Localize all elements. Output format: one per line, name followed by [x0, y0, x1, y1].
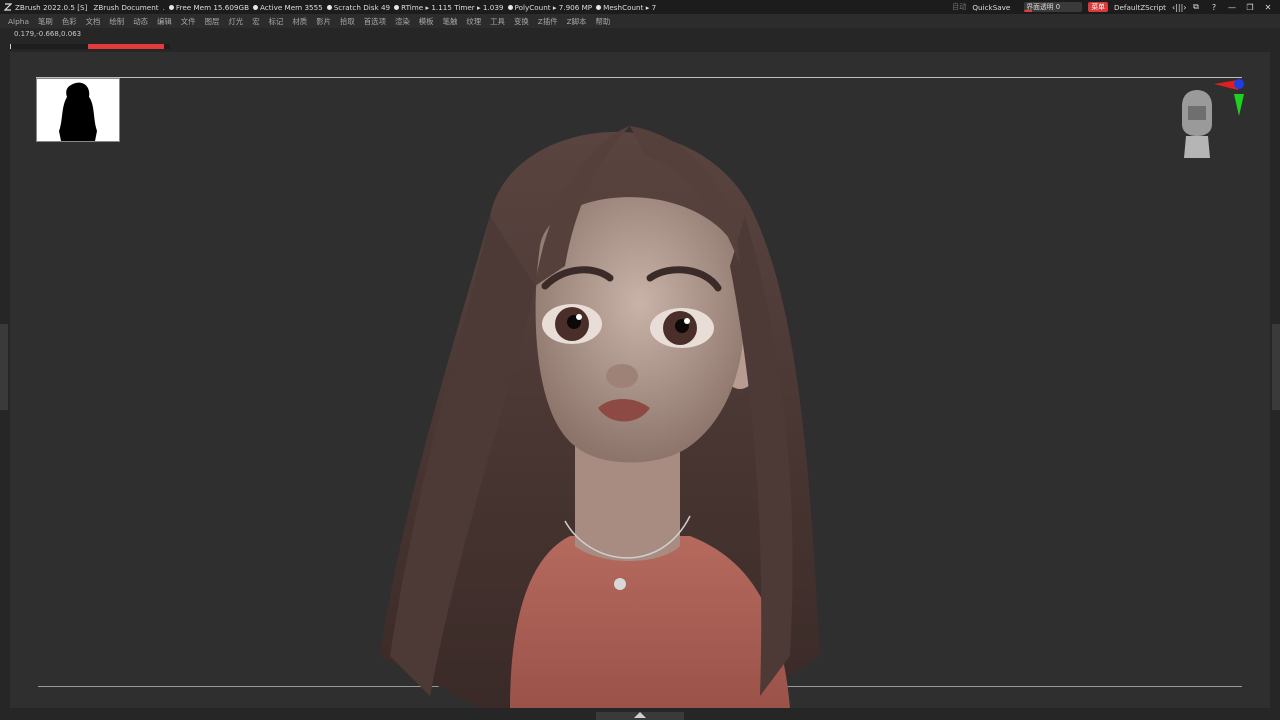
cursor-coordinates: 0.179,-0.668,0.063 [14, 30, 82, 38]
menu-light[interactable]: 灯光 [228, 16, 243, 27]
menu-help[interactable]: 帮助 [595, 16, 610, 27]
transparency-fill [1024, 10, 1033, 12]
auto-label[interactable]: 自动 [952, 2, 966, 12]
document-title: ZBrush Document [93, 2, 159, 12]
bottom-tray-toggle[interactable] [596, 712, 684, 720]
free-mem-dot [168, 4, 174, 10]
stat-rtime: RTime ▸ 1.115 Timer ▸ 1.039 [401, 2, 504, 12]
menu-macro[interactable]: 宏 [252, 16, 259, 27]
stat-polycount: PolyCount ▸ 7.906 MP [514, 2, 593, 12]
menu-preferences[interactable]: 首选项 [364, 16, 386, 27]
canvas-top-guide [36, 77, 1242, 78]
collapse-tray-icon [634, 712, 646, 718]
menu-bar: Alpha 笔刷 色彩 文档 绘制 动态 编辑 文件 图层 灯光 宏 标记 材质… [0, 14, 1280, 28]
menu-color[interactable]: 色彩 [62, 16, 77, 27]
progress-fill [88, 44, 164, 49]
silhouette-thumbnail[interactable] [36, 78, 120, 142]
menu-draw[interactable]: 绘制 [109, 16, 124, 27]
necklace-pendant [614, 578, 626, 590]
menu-document[interactable]: 文档 [86, 16, 101, 27]
app-title: ZBrush 2022.0.5 [S] [15, 2, 88, 12]
menu-movie[interactable]: 影片 [316, 16, 331, 27]
title-bar: ZBrush 2022.0.5 [S] ZBrush Document . Fr… [0, 0, 1280, 14]
stat-meshcount: MeshCount ▸ 7 [603, 2, 657, 12]
active-mem-dot [253, 4, 259, 10]
menu-tool[interactable]: 工具 [490, 16, 505, 27]
quicksave-button[interactable]: QuickSave [972, 3, 1010, 12]
meshcount-dot [596, 4, 602, 10]
right-tray-handle[interactable] [1272, 324, 1280, 410]
scratch-disk-dot [326, 4, 332, 10]
minimize-icon[interactable]: — [1226, 3, 1238, 12]
menu-stencil[interactable]: 模板 [419, 16, 434, 27]
stat-scratch-disk: Scratch Disk 49 [333, 2, 391, 12]
help-icon[interactable]: ? [1208, 3, 1220, 12]
close-icon[interactable]: ✕ [1262, 3, 1274, 12]
stat-free-mem: Free Mem 15.609GB [175, 2, 250, 12]
menu-brush[interactable]: 笔刷 [38, 16, 53, 27]
rtime-dot [394, 4, 400, 10]
menu-zplugin[interactable]: Z插件 [538, 16, 558, 27]
progress-tick [10, 44, 11, 49]
scroll-arrows-icon[interactable]: ‹|||› [1172, 3, 1186, 12]
menu-render[interactable]: 渲染 [395, 16, 410, 27]
menu-material[interactable]: 材质 [292, 16, 307, 27]
menu-marker[interactable]: 标记 [269, 16, 284, 27]
transparency-slider[interactable]: 界面透明 0 [1024, 2, 1083, 12]
menu-layer[interactable]: 图层 [205, 16, 220, 27]
default-zscript-button[interactable]: DefaultZScript [1114, 3, 1166, 12]
menu-dynamics[interactable]: 动态 [133, 16, 148, 27]
orientation-gizmo-icon[interactable] [1176, 76, 1246, 166]
polycount-dot [507, 4, 513, 10]
menu-stroke[interactable]: 笔触 [443, 16, 458, 27]
nose [606, 364, 638, 388]
progress-bar [10, 44, 170, 49]
title-bar-controls: 自动 QuickSave 界面透明 0 菜单 DefaultZScript ‹|… [952, 0, 1280, 14]
menu-transform[interactable]: 变换 [514, 16, 529, 27]
restore-icon[interactable]: ❐ [1244, 3, 1256, 12]
layout-icon[interactable]: ⧉ [1190, 2, 1202, 12]
stat-active-mem: Active Mem 3555 [260, 2, 323, 12]
model-render[interactable] [360, 96, 840, 708]
zbrush-logo-icon [3, 3, 13, 11]
left-tray-handle[interactable] [0, 324, 8, 410]
menu-picker[interactable]: 拾取 [340, 16, 355, 27]
title-bar-info: ZBrush 2022.0.5 [S] ZBrush Document . Fr… [3, 0, 657, 14]
menu-texture[interactable]: 纹理 [466, 16, 481, 27]
menu-zscript[interactable]: Z脚本 [567, 16, 587, 27]
menu-button[interactable]: 菜单 [1088, 2, 1108, 12]
menu-file[interactable]: 文件 [181, 16, 196, 27]
menu-alpha[interactable]: Alpha [8, 17, 29, 26]
menu-edit[interactable]: 编辑 [157, 16, 172, 27]
